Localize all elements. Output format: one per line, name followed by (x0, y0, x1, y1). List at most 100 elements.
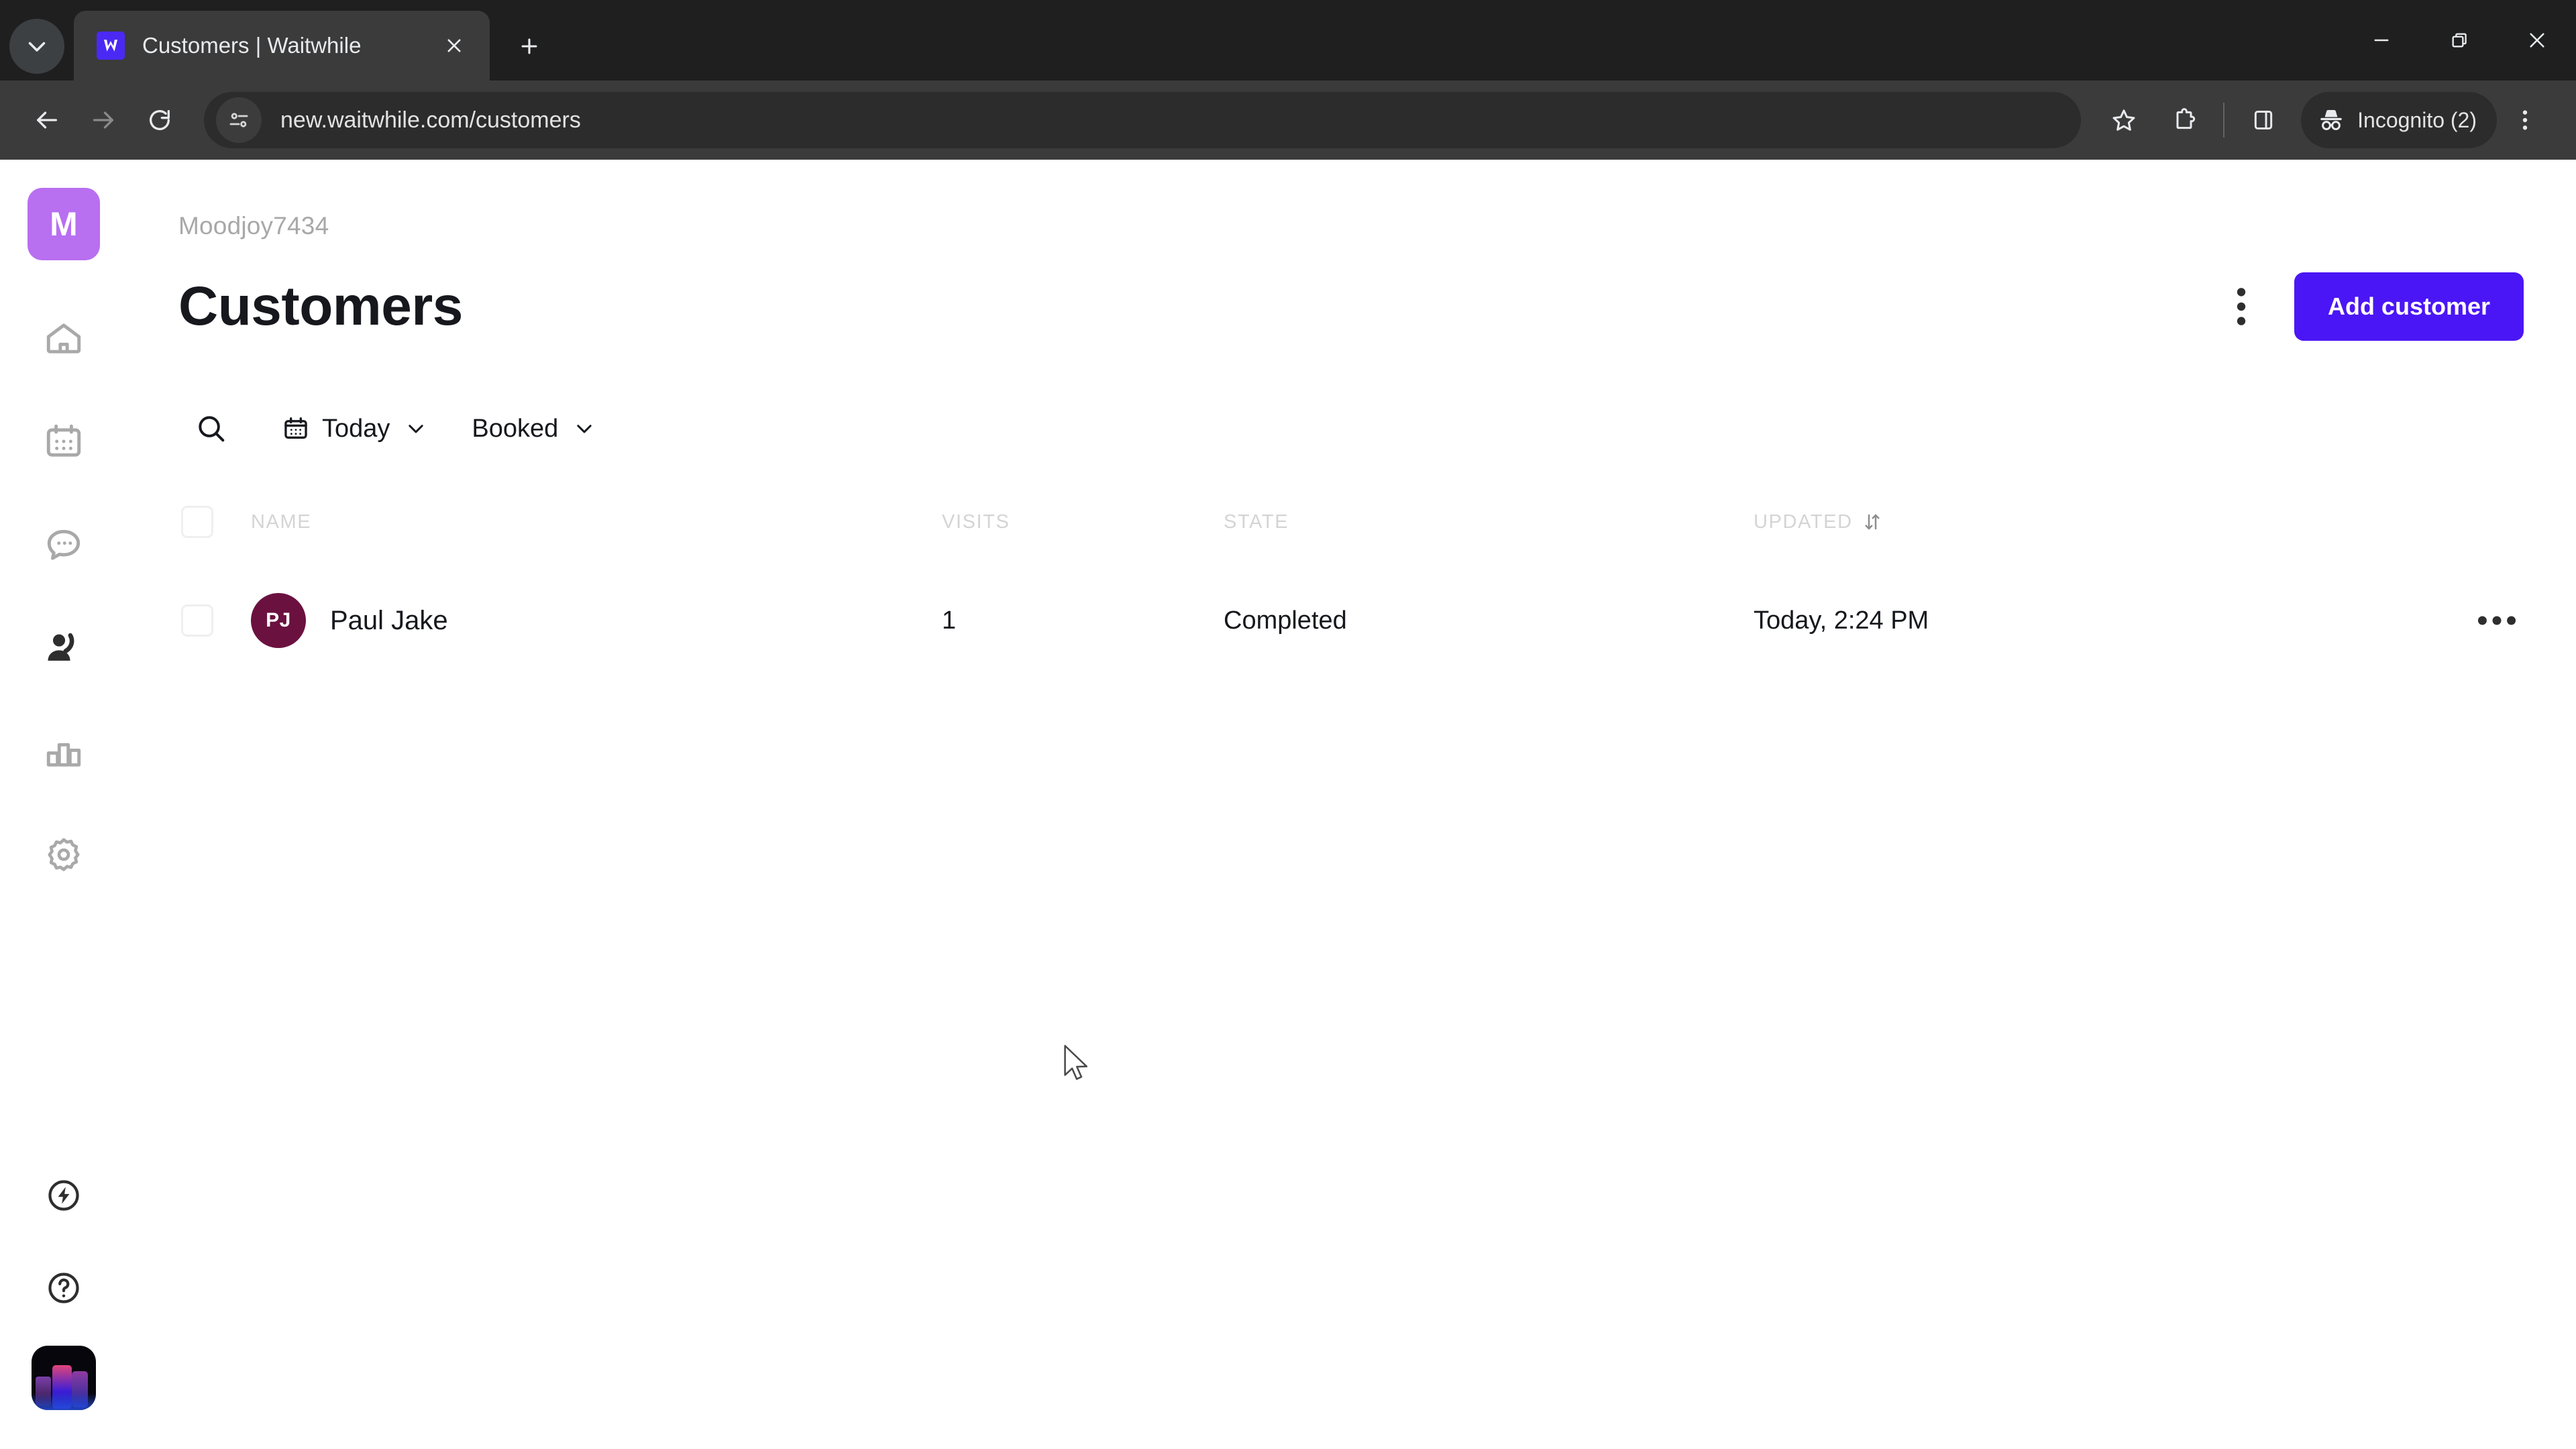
row-updated: Today, 2:24 PM (1754, 606, 1929, 635)
calendar-icon (46, 424, 81, 457)
url-text: new.waitwhile.com/customers (280, 107, 581, 133)
sidebar-item-customers[interactable] (29, 613, 99, 683)
status-filter-label: Booked (472, 414, 559, 443)
reload-icon (150, 110, 170, 131)
gear-icon (48, 838, 80, 871)
search-button[interactable] (185, 402, 237, 455)
star-icon (2112, 109, 2135, 131)
close-icon (447, 39, 461, 52)
site-info-button[interactable] (216, 97, 262, 143)
window-maximize-button[interactable] (2420, 0, 2498, 80)
date-filter-dropdown[interactable]: Today (282, 415, 427, 443)
chat-bubble-icon (47, 529, 80, 560)
row-visits: 1 (942, 606, 957, 635)
column-header-name[interactable]: NAME (251, 511, 942, 533)
window-minimize-button[interactable] (2343, 0, 2420, 80)
three-dots-horizontal-icon (2477, 616, 2516, 625)
toolbar-divider (2223, 103, 2225, 138)
tune-sliders-icon (229, 113, 248, 127)
row-name-cell[interactable]: PJ Paul Jake (251, 593, 942, 648)
sort-arrows-icon (1865, 514, 1880, 530)
window-controls (2343, 0, 2576, 80)
plus-icon (521, 38, 537, 54)
extensions-button[interactable] (2156, 92, 2212, 148)
side-panel-button[interactable] (2235, 92, 2292, 148)
row-customer-name: Paul Jake (330, 605, 448, 635)
sidebar-item-messages[interactable] (29, 510, 99, 580)
incognito-label: Incognito (2) (2357, 107, 2477, 132)
bookmark-button[interactable] (2096, 92, 2152, 148)
waitwhile-favicon (97, 32, 125, 60)
browser-toolbar: new.waitwhile.com/customers Incognito (2… (0, 80, 2576, 160)
minimize-icon (2374, 39, 2389, 42)
add-customer-button[interactable]: Add customer (2294, 272, 2524, 341)
column-header-updated[interactable]: UPDATED (1754, 511, 2457, 533)
chevron-down-icon (28, 42, 46, 52)
calendar-icon (284, 417, 307, 439)
select-all-cell[interactable] (178, 506, 251, 538)
sidebar-item-schedule[interactable] (29, 407, 99, 476)
row-state: Completed (1224, 606, 1347, 635)
customers-table: NAME VISITS STATE UPDATED PJ Paul Jake 1… (178, 496, 2576, 663)
back-button[interactable] (19, 92, 75, 148)
table-row[interactable]: PJ Paul Jake 1 Completed Today, 2:24 PM (178, 578, 2537, 663)
avatar[interactable] (32, 1346, 96, 1410)
search-icon (199, 416, 225, 442)
people-icon (48, 633, 74, 661)
close-icon (2530, 33, 2544, 48)
date-filter-label: Today (322, 414, 390, 443)
lightning-circle-icon (48, 1180, 79, 1211)
column-header-visits[interactable]: VISITS (942, 511, 1224, 533)
table-header-row: NAME VISITS STATE UPDATED (178, 496, 2537, 547)
tab-close-button[interactable] (436, 28, 472, 64)
reload-button[interactable] (131, 92, 188, 148)
workspace-logo[interactable]: M (28, 188, 100, 260)
three-dots-vertical-icon (2237, 288, 2246, 325)
tab-strip: Customers | Waitwhile (0, 0, 2576, 80)
page-options-button[interactable] (2216, 282, 2266, 331)
browser-menu-button[interactable] (2497, 92, 2553, 148)
address-bar[interactable]: new.waitwhile.com/customers (204, 92, 2082, 148)
sidebar-item-help[interactable] (29, 1253, 99, 1323)
chevron-down-icon (409, 425, 424, 433)
row-avatar: PJ (251, 593, 306, 648)
incognito-indicator[interactable]: Incognito (2) (2301, 92, 2497, 148)
app-viewport: M Moodjoy7434 Customers Add customer Tod… (0, 160, 2576, 1449)
filter-bar: Today Booked (178, 400, 2576, 458)
forward-button[interactable] (75, 92, 131, 148)
restore-icon (2452, 33, 2467, 48)
side-panel-icon (2254, 111, 2273, 129)
extensions-puzzle-icon (2176, 108, 2196, 129)
new-tab-button[interactable] (504, 21, 554, 71)
tab-search-button[interactable] (9, 19, 64, 74)
window-close-button[interactable] (2498, 0, 2576, 80)
row-select-cell[interactable] (178, 604, 251, 637)
home-icon (46, 323, 81, 354)
row-checkbox[interactable] (181, 604, 213, 637)
back-arrow-icon (37, 111, 58, 129)
main-content: Moodjoy7434 Customers Add customer Today… (127, 160, 2576, 1449)
sidebar-item-home[interactable] (29, 303, 99, 373)
avatar-photo-shape (32, 1393, 96, 1410)
incognito-hat-icon (2320, 109, 2342, 130)
browser-chrome: Customers | Waitwhile new.waitwhile.com/… (0, 0, 2576, 160)
question-circle-icon (48, 1273, 79, 1303)
browser-tab[interactable]: Customers | Waitwhile (74, 11, 490, 80)
bar-chart-icon (46, 743, 81, 767)
three-dots-vertical-icon (2522, 110, 2528, 130)
sidebar-item-settings[interactable] (29, 820, 99, 890)
page-header: Customers Add customer (178, 272, 2576, 341)
chevron-down-icon (577, 425, 592, 433)
breadcrumb[interactable]: Moodjoy7434 (178, 160, 2576, 240)
row-actions-cell[interactable] (2457, 610, 2537, 631)
page-title: Customers (178, 276, 463, 337)
sidebar-item-analytics[interactable] (29, 716, 99, 786)
select-all-checkbox[interactable] (181, 506, 213, 538)
status-filter-dropdown[interactable]: Booked (472, 415, 596, 443)
row-options-button[interactable] (2472, 610, 2522, 631)
tab-title: Customers | Waitwhile (142, 33, 362, 58)
forward-arrow-icon (93, 111, 113, 129)
sidebar-item-whats-new[interactable] (29, 1161, 99, 1230)
column-header-state[interactable]: STATE (1224, 511, 1754, 533)
column-header-updated-label: UPDATED (1754, 511, 1853, 533)
